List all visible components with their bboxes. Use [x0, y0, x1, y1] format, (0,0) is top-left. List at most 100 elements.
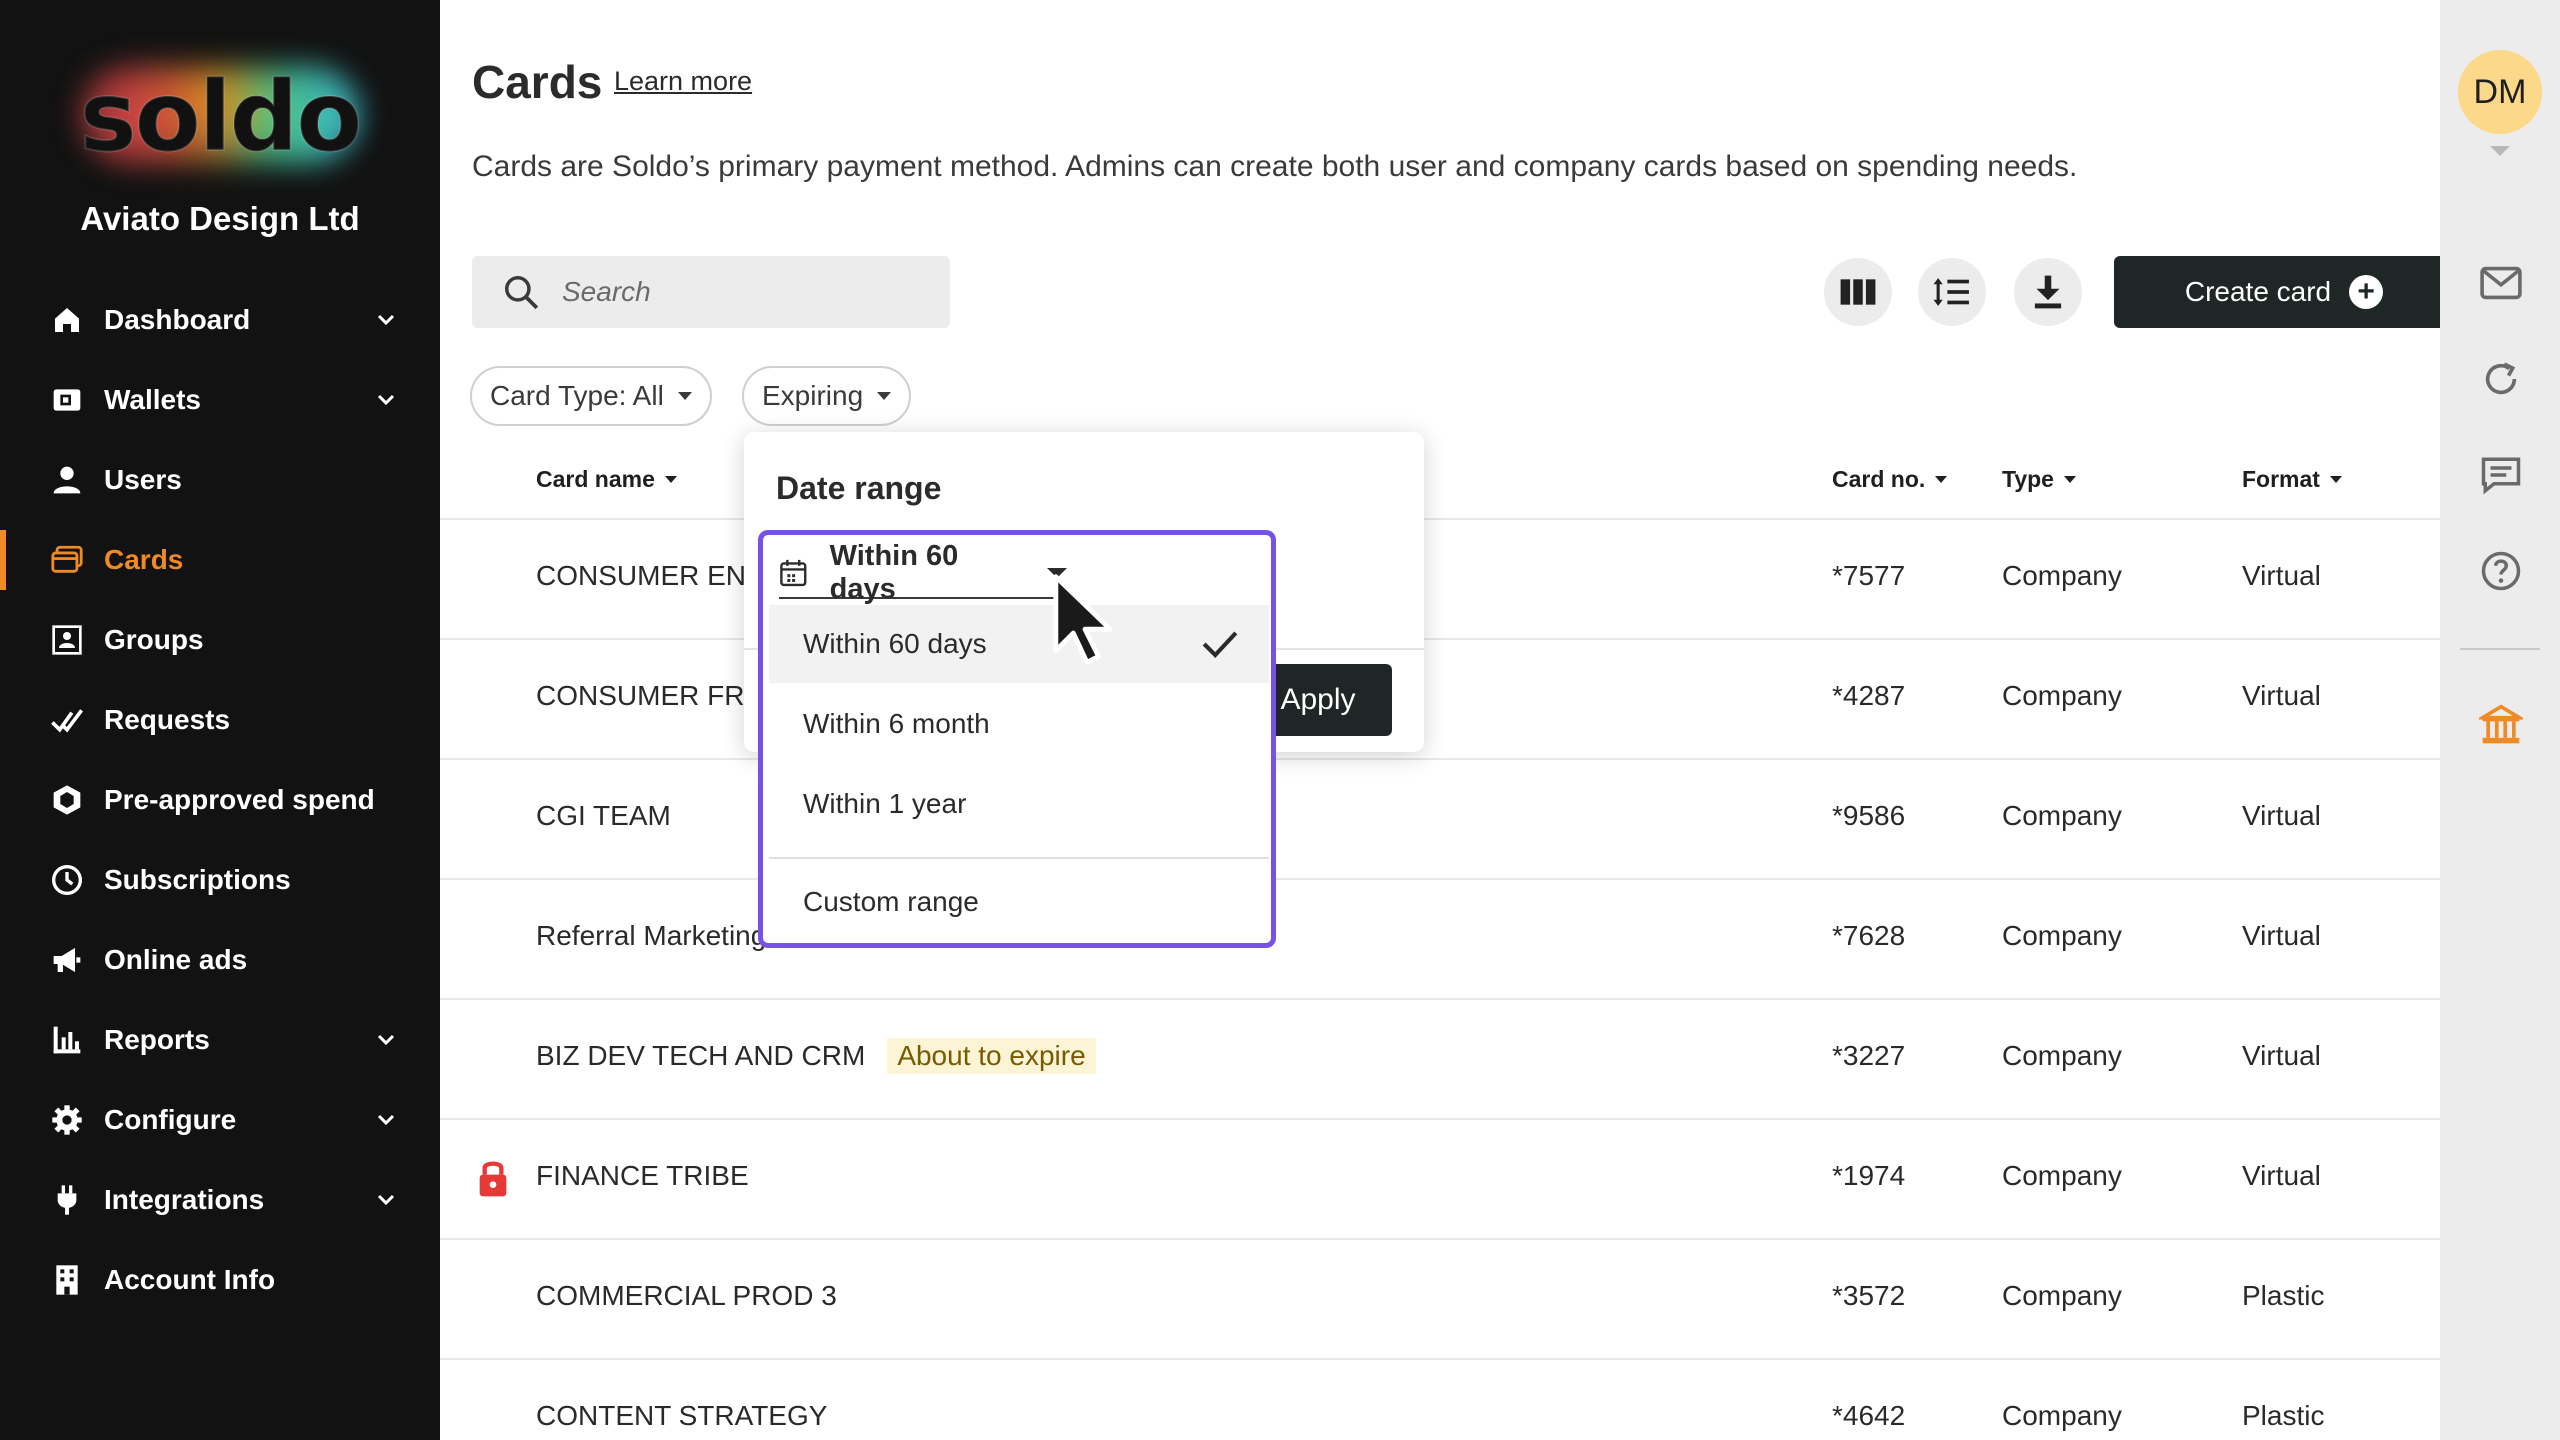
table-row[interactable]: CGI TEAM *9586 Company Virtual [440, 760, 2440, 880]
download-button[interactable] [2014, 258, 2082, 326]
megaphone-icon [50, 943, 84, 977]
card-number-cell: *1974 [1832, 1160, 1906, 1191]
chat-button[interactable] [2478, 452, 2524, 498]
help-button[interactable] [2478, 548, 2524, 594]
date-option-custom-range[interactable]: Custom range [769, 863, 1269, 941]
caret-down-icon[interactable] [2490, 146, 2510, 156]
table-row[interactable]: BIZ DEV TECH AND CRM About to expire *322… [440, 1000, 2440, 1120]
sort-caret-icon [2329, 476, 2342, 483]
card-format-cell: Virtual [2242, 680, 2321, 711]
card-number-cell: *7628 [1832, 920, 1906, 951]
home-icon [50, 303, 84, 337]
date-option-1-year[interactable]: Within 1 year [769, 765, 1269, 843]
sidebar: soldo Aviato Design Ltd Dashboard Wallet… [0, 0, 440, 1440]
mouse-pointer-icon [1053, 574, 1113, 665]
search-input[interactable] [562, 276, 942, 308]
sort-caret-icon [664, 476, 677, 483]
card-icon [50, 543, 84, 577]
create-card-label: Create card [2184, 276, 2332, 307]
column-header-type[interactable]: Type [2002, 466, 2076, 493]
table-row[interactable]: CONTENT STRATEGY *4642 Company Plastic [440, 1360, 2440, 1440]
chevron-down-icon [377, 1034, 395, 1046]
column-header-card-no[interactable]: Card no. [1832, 466, 1948, 493]
wallet-icon [50, 383, 84, 417]
sidebar-item-label: Integrations [104, 1184, 265, 1215]
column-header-label: Card no. [1832, 466, 1926, 492]
column-header-format[interactable]: Format [2242, 466, 2342, 493]
building-icon [50, 1263, 84, 1297]
sidebar-item-account-info[interactable]: Account Info [0, 1240, 440, 1320]
sidebar-item-users[interactable]: Users [0, 440, 440, 520]
sidebar-item-wallets[interactable]: Wallets [0, 360, 440, 440]
card-number-cell: *3572 [1832, 1280, 1906, 1311]
sidebar-item-configure[interactable]: Configure [0, 1080, 440, 1160]
card-number-cell: *3227 [1832, 1040, 1906, 1071]
row-density-button[interactable] [1918, 258, 1986, 326]
refresh-button[interactable] [2478, 356, 2524, 402]
sidebar-item-cards[interactable]: Cards [0, 520, 440, 600]
learn-more-link[interactable]: Learn more [614, 66, 752, 97]
columns-icon [1840, 279, 1876, 305]
date-option-60-days[interactable]: Within 60 days [769, 605, 1269, 683]
sidebar-item-dashboard[interactable]: Dashboard [0, 280, 440, 360]
mail-button[interactable] [2478, 260, 2524, 306]
table-row[interactable]: FINANCE TRIBE *1974 Company Virtual [440, 1120, 2440, 1240]
plug-icon [50, 1183, 84, 1217]
card-format-cell: Plastic [2242, 1280, 2325, 1311]
table-row[interactable]: CONSUMER ENG *7577 Company Virtual [440, 520, 2440, 640]
card-type-cell: Company [2002, 1160, 2122, 1191]
date-option-6-month[interactable]: Within 6 month [769, 685, 1269, 763]
table-row[interactable]: CONSUMER FRO *4287 Company Virtual [440, 640, 2440, 760]
card-type-cell: Company [2002, 1040, 2122, 1071]
hexagon-icon [50, 783, 84, 817]
sidebar-item-subscriptions[interactable]: Subscriptions [0, 840, 440, 920]
line-height-icon [1933, 278, 1969, 306]
expiry-badge: About to expire [887, 1038, 1096, 1074]
sort-caret-icon [2063, 476, 2076, 483]
sidebar-item-online-ads[interactable]: Online ads [0, 920, 440, 1000]
sidebar-item-label: Pre-approved spend [104, 784, 375, 815]
sidebar-item-integrations[interactable]: Integrations [0, 1160, 440, 1240]
create-card-button[interactable]: Create card + [2114, 256, 2454, 328]
date-range-selected: Within 60 days [829, 540, 959, 605]
table-row[interactable]: Referral Marketing *7628 Company Virtual [440, 880, 2440, 1000]
chat-icon [2481, 457, 2521, 495]
sidebar-item-requests[interactable]: Requests [0, 680, 440, 760]
bank-button[interactable] [2478, 702, 2524, 748]
soldo-logo[interactable]: soldo [70, 55, 370, 185]
bank-icon [2479, 704, 2523, 744]
sidebar-item-label: Account Info [104, 1264, 276, 1295]
date-option-label: Within 60 days [803, 628, 987, 659]
column-header-label: Type [2002, 466, 2054, 492]
caret-down-icon [677, 392, 692, 400]
card-format-cell: Virtual [2242, 920, 2321, 951]
sidebar-item-groups[interactable]: Groups [0, 600, 440, 680]
sidebar-item-pre-approved-spend[interactable]: Pre-approved spend [0, 760, 440, 840]
logo-text: soldo [79, 60, 364, 174]
table-row[interactable]: COMMERCIAL PROD 3 *3572 Company Plastic [440, 1240, 2440, 1360]
chevron-down-icon [377, 314, 395, 326]
column-header-card-name[interactable]: Card name [536, 466, 677, 493]
checkmark-icon [1202, 631, 1238, 659]
user-icon [50, 463, 84, 497]
columns-button[interactable] [1824, 258, 1892, 326]
user-avatar[interactable]: DM [2458, 50, 2542, 134]
date-range-dropdown[interactable]: Within 60 days [779, 540, 1067, 605]
sidebar-item-reports[interactable]: Reports [0, 1000, 440, 1080]
sidebar-item-label: Dashboard [104, 304, 251, 335]
card-type-filter[interactable]: Card Type: All [470, 366, 712, 426]
clock-icon [50, 863, 84, 897]
expiring-filter[interactable]: Expiring [742, 366, 912, 426]
card-type-cell: Company [2002, 1400, 2122, 1431]
search-box[interactable] [472, 256, 950, 328]
card-name-cell: CGI TEAM [536, 800, 671, 831]
expiring-filter-label: Expiring [762, 380, 864, 411]
sidebar-nav: Dashboard Wallets Users Cards Groups Req… [0, 280, 440, 1320]
date-option-label: Custom range [803, 886, 979, 917]
search-icon [505, 276, 539, 310]
date-range-title: Date range [776, 470, 942, 506]
chevron-down-icon [377, 1114, 395, 1126]
chevron-down-icon [377, 1194, 395, 1206]
help-icon [2481, 551, 2521, 591]
requests-icon [50, 703, 84, 737]
